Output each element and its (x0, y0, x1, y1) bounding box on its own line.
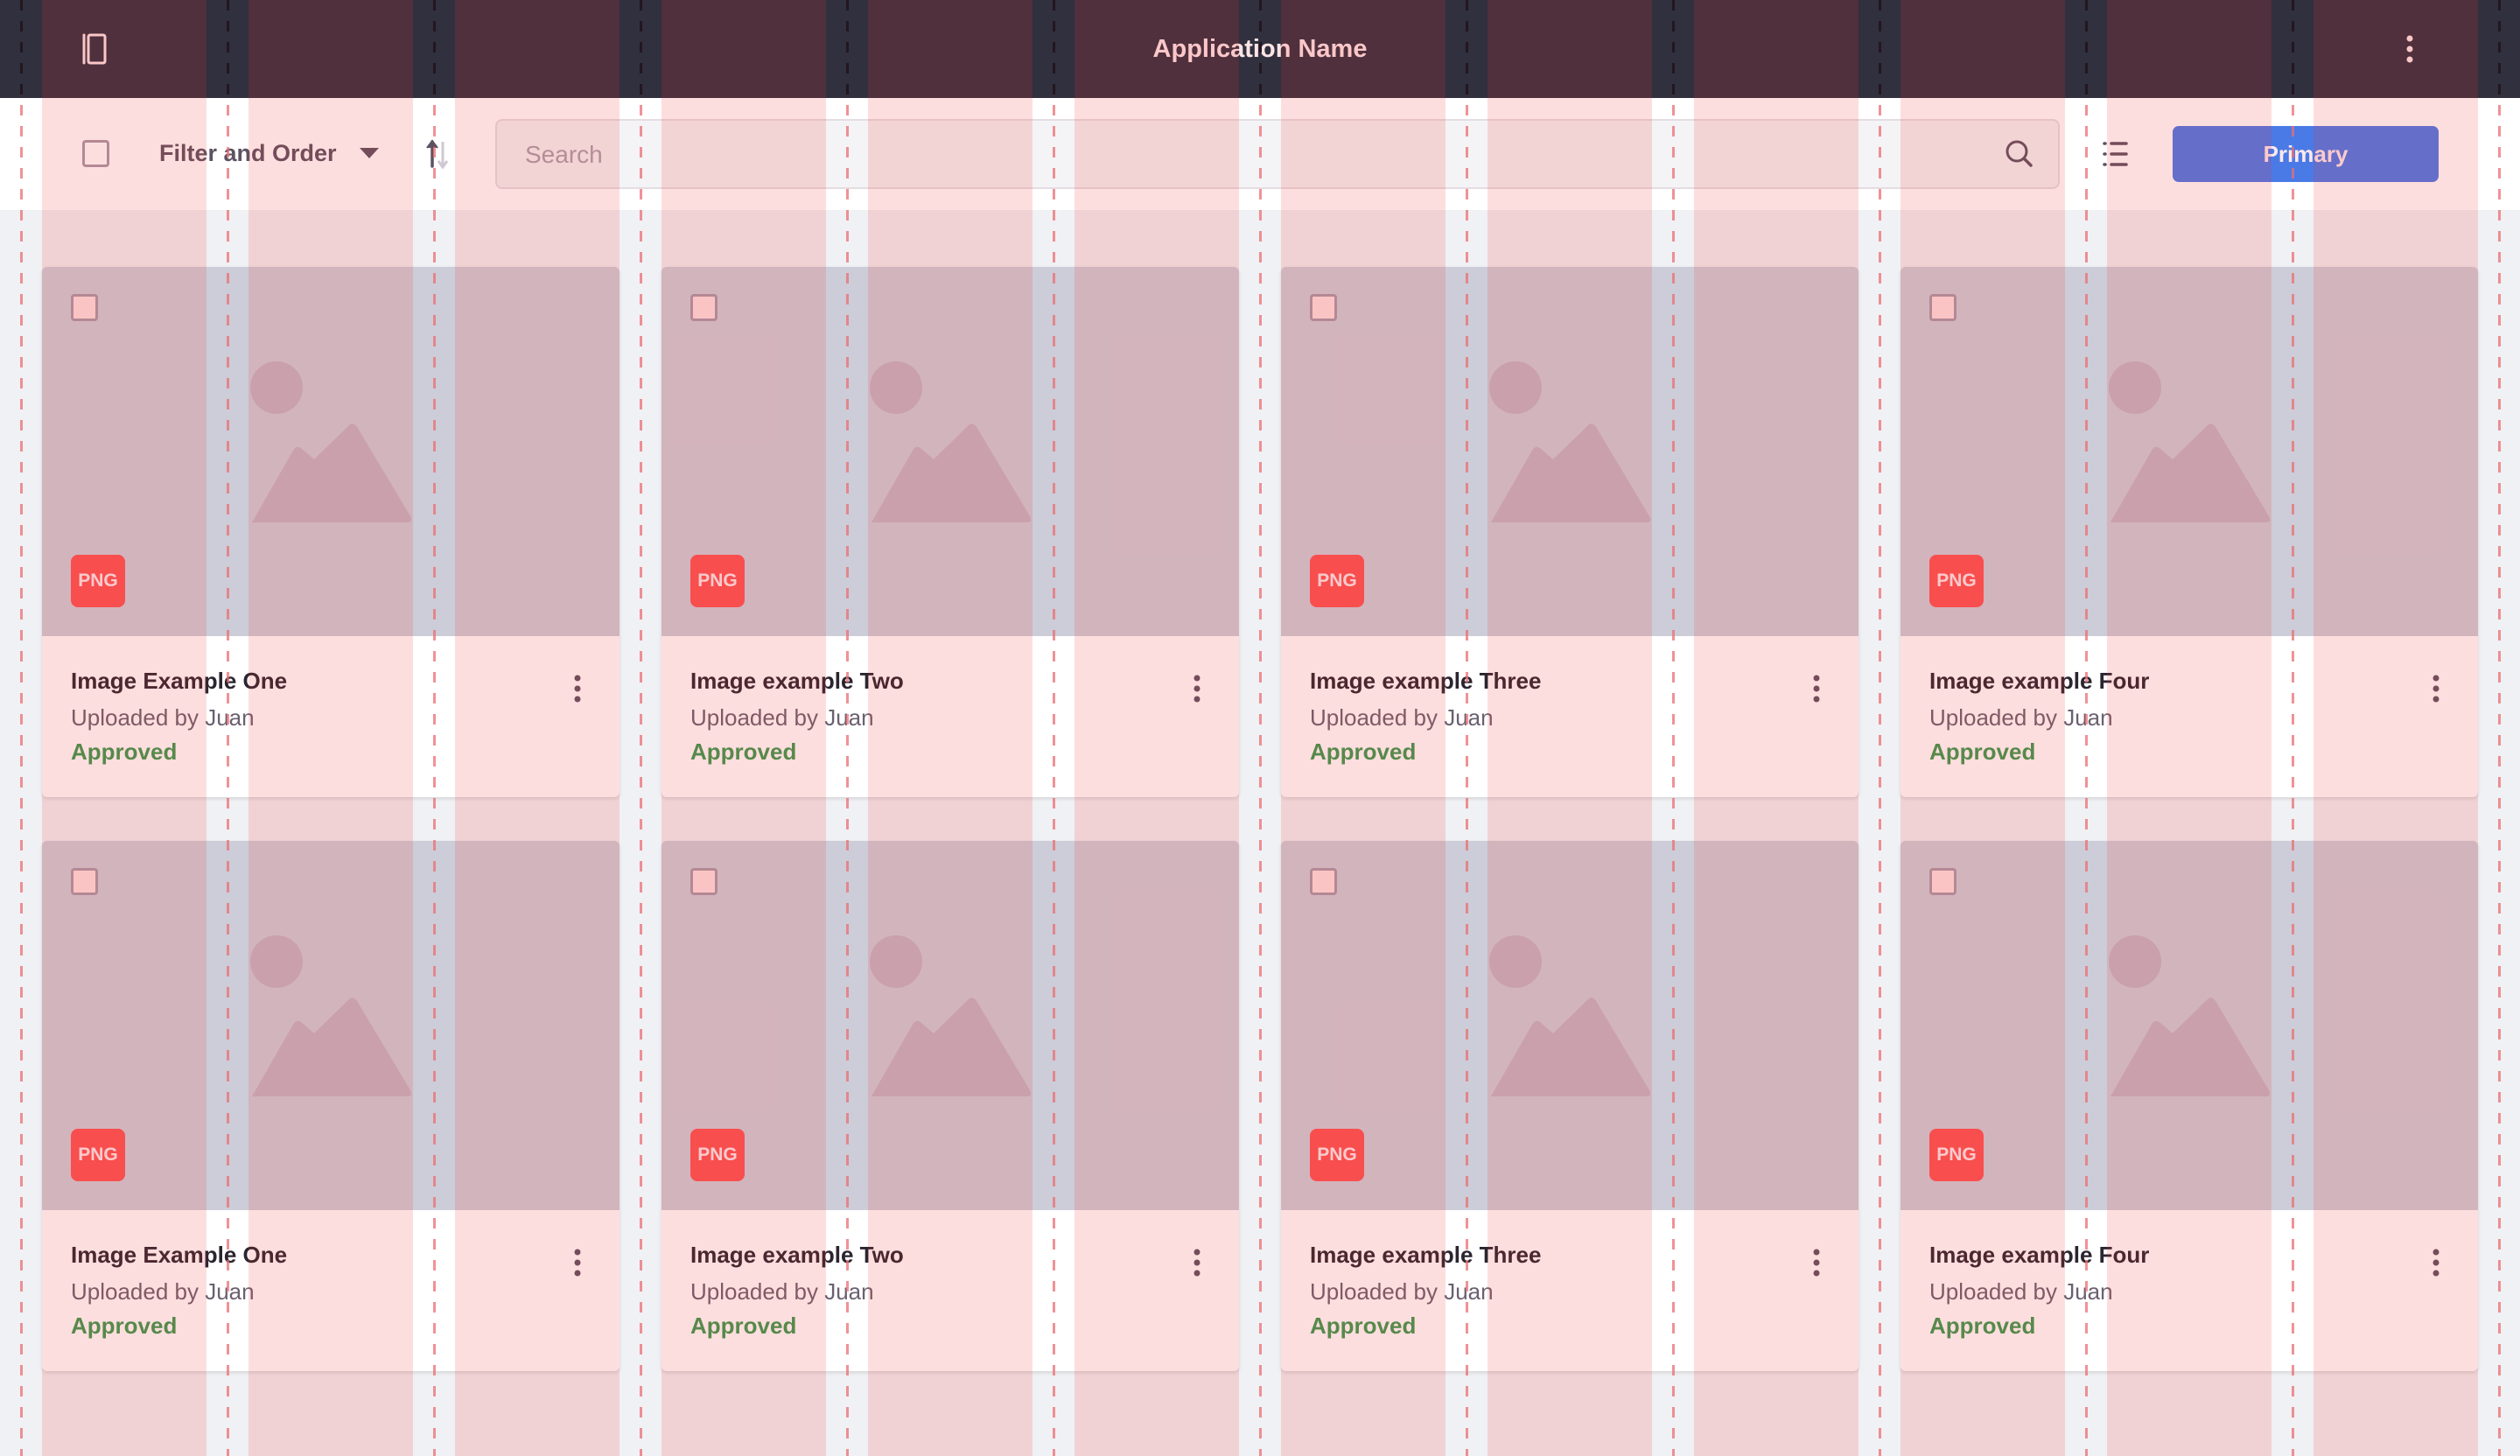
image-card[interactable]: PNG Image example Two Uploaded by Juan Appr… (662, 267, 1239, 797)
grid-guide-line (640, 105, 642, 1456)
more-vertical-icon[interactable] (565, 1245, 590, 1280)
image-placeholder-icon (2109, 361, 2271, 522)
file-type-badge: PNG (71, 555, 125, 607)
status-label: Approved (1929, 738, 2036, 765)
image-card[interactable]: PNG Image example Three Uploaded by Juan Ap… (1281, 841, 1858, 1371)
card-title: Image Example One (71, 668, 288, 694)
card-title: Image example Two (690, 1242, 904, 1268)
status-label: Approved (1310, 738, 1417, 765)
card-uploader: Uploaded by Juan (1929, 1278, 2113, 1305)
image-placeholder: PNG (662, 267, 1239, 636)
filter-and-order-dropdown[interactable]: Filter and Order (159, 128, 379, 178)
more-vertical-icon[interactable] (1804, 671, 1829, 706)
search-input[interactable] (523, 121, 1927, 189)
image-placeholder: PNG (662, 841, 1239, 1210)
sort-up-down-icon[interactable] (420, 136, 455, 172)
card-checkbox[interactable] (690, 294, 718, 321)
card-title: Image example Four (1929, 668, 2150, 694)
image-placeholder-icon (250, 935, 412, 1096)
file-type-badge: PNG (1310, 555, 1364, 607)
grid-guide-line (2498, 105, 2501, 1456)
more-vertical-icon[interactable] (2424, 1245, 2448, 1280)
more-vertical-icon[interactable] (565, 671, 590, 706)
image-placeholder-icon (1489, 935, 1651, 1096)
card-uploader: Uploaded by Juan (71, 1278, 255, 1305)
status-label: Approved (71, 1312, 178, 1339)
file-type-badge: PNG (1310, 1129, 1364, 1181)
primary-button[interactable]: Primary (2173, 126, 2439, 182)
image-placeholder: PNG (1900, 267, 2478, 636)
card-checkbox[interactable] (71, 294, 98, 321)
more-vertical-icon[interactable] (1185, 671, 1209, 706)
status-label: Approved (1929, 1312, 2036, 1339)
image-card[interactable]: PNG Image example Three Uploaded by Juan Ap… (1281, 267, 1858, 797)
card-uploader: Uploaded by Juan (1310, 704, 1494, 731)
card-checkbox[interactable] (1929, 868, 1956, 895)
card-uploader: Uploaded by Juan (1310, 1278, 1494, 1305)
search-field (495, 119, 2060, 189)
more-vertical-icon[interactable] (2398, 32, 2422, 66)
file-type-badge: PNG (1929, 555, 1984, 607)
status-label: Approved (690, 1312, 797, 1339)
more-vertical-icon[interactable] (1804, 1245, 1829, 1280)
image-placeholder: PNG (42, 841, 620, 1210)
card-title: Image example Two (690, 668, 904, 694)
file-type-badge: PNG (690, 1129, 745, 1181)
caret-down-icon (359, 148, 379, 158)
file-type-badge: PNG (1929, 1129, 1984, 1181)
filter-label: Filter and Order (159, 139, 337, 166)
card-title: Image example Three (1310, 1242, 1542, 1268)
image-placeholder: PNG (1281, 841, 1858, 1210)
status-label: Approved (690, 738, 797, 765)
card-title: Image example Four (1929, 1242, 2150, 1268)
image-card[interactable]: PNG Image example Four Uploaded by Juan App… (1900, 267, 2478, 797)
card-uploader: Uploaded by Juan (690, 1278, 874, 1305)
image-card[interactable]: PNG Image Example One Uploaded by Juan Appr… (42, 841, 620, 1371)
image-placeholder: PNG (1900, 841, 2478, 1210)
image-placeholder-icon (250, 361, 412, 522)
file-type-badge: PNG (71, 1129, 125, 1181)
file-type-badge: PNG (690, 555, 745, 607)
app-title: Application Name (1152, 35, 1368, 63)
image-placeholder: PNG (42, 267, 620, 636)
card-uploader: Uploaded by Juan (1929, 704, 2113, 731)
image-placeholder-icon (870, 935, 1032, 1096)
card-checkbox[interactable] (1310, 868, 1337, 895)
grid-guide-line (1879, 105, 1881, 1456)
search-icon[interactable] (2002, 136, 2037, 172)
list-view-icon[interactable] (2098, 136, 2133, 172)
select-all-checkbox[interactable] (82, 140, 109, 167)
card-title: Image example Three (1310, 668, 1542, 694)
status-label: Approved (1310, 1312, 1417, 1339)
more-vertical-icon[interactable] (2424, 671, 2448, 706)
grid-guide-line (20, 105, 23, 1456)
image-placeholder-icon (1489, 361, 1651, 522)
image-card[interactable]: PNG Image Example One Uploaded by Juan Appr… (42, 267, 620, 797)
card-checkbox[interactable] (690, 868, 718, 895)
status-label: Approved (71, 738, 178, 765)
card-title: Image Example One (71, 1242, 288, 1268)
image-placeholder: PNG (1281, 267, 1858, 636)
app-header: Application Name (0, 0, 2520, 98)
card-checkbox[interactable] (71, 868, 98, 895)
image-card[interactable]: PNG Image example Four Uploaded by Juan App… (1900, 841, 2478, 1371)
grid-guide-line (1259, 105, 1262, 1456)
image-placeholder-icon (870, 361, 1032, 522)
more-vertical-icon[interactable] (1185, 1245, 1209, 1280)
card-uploader: Uploaded by Juan (71, 704, 255, 731)
card-uploader: Uploaded by Juan (690, 704, 874, 731)
image-card[interactable]: PNG Image example Two Uploaded by Juan Appr… (662, 841, 1239, 1371)
card-checkbox[interactable] (1310, 294, 1337, 321)
card-checkbox[interactable] (1929, 294, 1956, 321)
image-placeholder-icon (2109, 935, 2271, 1096)
